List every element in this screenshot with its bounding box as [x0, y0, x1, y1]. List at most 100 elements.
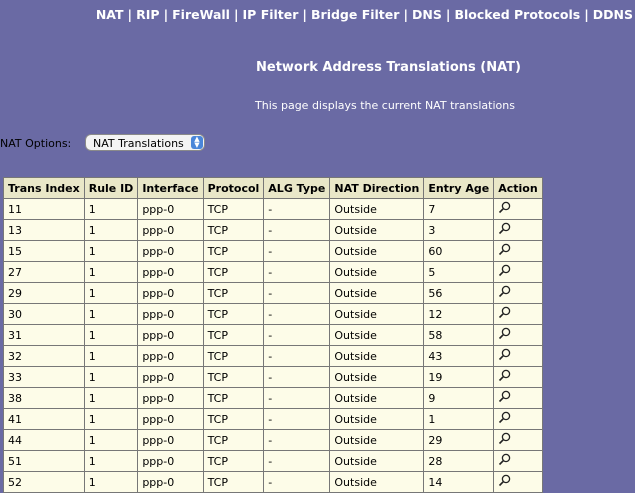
cell-protocol: TCP: [202, 471, 265, 493]
magnifier-icon[interactable]: [498, 369, 511, 385]
cell-trans-index: 27: [3, 261, 85, 283]
cell-interface: ppp-0: [137, 219, 204, 241]
magnifier-icon[interactable]: [498, 474, 511, 490]
cell-rule-id: 1: [83, 324, 139, 346]
cell-alg-type: -: [263, 471, 331, 493]
magnifier-icon[interactable]: [498, 411, 511, 427]
table-body: 11 1 ppp-0 TCP - Outside 7 13 1 ppp-0 TCP - Outside 3…: [3, 198, 543, 493]
nav-separator: |: [233, 7, 239, 22]
cell-entry-age: 29: [423, 429, 495, 451]
magnifier-icon[interactable]: [498, 243, 511, 259]
nav-link-bridge-filter[interactable]: Bridge Filter: [311, 7, 399, 22]
cell-entry-age: 56: [423, 282, 495, 304]
cell-action: [493, 387, 543, 409]
cell-interface: ppp-0: [137, 261, 204, 283]
cell-nat-direction: Outside: [329, 429, 425, 451]
cell-alg-type: -: [263, 282, 331, 304]
cell-interface: ppp-0: [137, 387, 204, 409]
magnifier-icon[interactable]: [498, 201, 511, 217]
table-row: 30 1 ppp-0 TCP - Outside 12: [3, 303, 543, 325]
nav-link-firewall[interactable]: FireWall: [172, 7, 230, 22]
cell-trans-index: 31: [3, 324, 85, 346]
table-row: 11 1 ppp-0 TCP - Outside 7: [3, 198, 543, 220]
cell-entry-age: 1: [423, 408, 495, 430]
cell-trans-index: 38: [3, 387, 85, 409]
cell-nat-direction: Outside: [329, 219, 425, 241]
cell-protocol: TCP: [202, 282, 265, 304]
cell-nat-direction: Outside: [329, 261, 425, 283]
cell-protocol: TCP: [202, 261, 265, 283]
cell-rule-id: 1: [83, 366, 139, 388]
nav-link-ip-filter[interactable]: IP Filter: [243, 7, 299, 22]
nav-link-dns[interactable]: DNS: [412, 7, 442, 22]
cell-interface: ppp-0: [137, 408, 204, 430]
cell-entry-age: 7: [423, 198, 495, 220]
cell-entry-age: 19: [423, 366, 495, 388]
cell-alg-type: -: [263, 261, 331, 283]
cell-protocol: TCP: [202, 324, 265, 346]
nav-link-blocked-protocols[interactable]: Blocked Protocols: [454, 7, 580, 22]
cell-interface: ppp-0: [137, 450, 204, 472]
cell-rule-id: 1: [83, 450, 139, 472]
magnifier-icon[interactable]: [498, 285, 511, 301]
cell-rule-id: 1: [83, 387, 139, 409]
cell-action: [493, 303, 543, 325]
column-header-action: Action: [493, 177, 543, 199]
cell-interface: ppp-0: [137, 198, 204, 220]
cell-protocol: TCP: [202, 387, 265, 409]
cell-entry-age: 9: [423, 387, 495, 409]
magnifier-icon[interactable]: [498, 348, 511, 364]
nav-link-ddns[interactable]: DDNS: [593, 7, 633, 22]
cell-entry-age: 12: [423, 303, 495, 325]
cell-trans-index: 11: [3, 198, 85, 220]
cell-trans-index: 44: [3, 429, 85, 451]
magnifier-icon[interactable]: [498, 390, 511, 406]
cell-action: [493, 198, 543, 220]
cell-protocol: TCP: [202, 366, 265, 388]
cell-action: [493, 471, 543, 493]
cell-alg-type: -: [263, 429, 331, 451]
cell-trans-index: 33: [3, 366, 85, 388]
cell-rule-id: 1: [83, 471, 139, 493]
nav-link-rip[interactable]: RIP: [136, 7, 159, 22]
cell-trans-index: 41: [3, 408, 85, 430]
cell-interface: ppp-0: [137, 471, 204, 493]
cell-trans-index: 13: [3, 219, 85, 241]
magnifier-icon[interactable]: [498, 453, 511, 469]
cell-action: [493, 408, 543, 430]
cell-nat-direction: Outside: [329, 324, 425, 346]
cell-protocol: TCP: [202, 240, 265, 262]
cell-protocol: TCP: [202, 198, 265, 220]
table-row: 52 1 ppp-0 TCP - Outside 14: [3, 471, 543, 493]
magnifier-icon[interactable]: [498, 264, 511, 280]
nat-options-label: NAT Options:: [0, 137, 72, 150]
cell-protocol: TCP: [202, 450, 265, 472]
magnifier-icon[interactable]: [498, 306, 511, 322]
page-description: This page displays the current NAT trans…: [255, 99, 515, 112]
column-header-trans-index: Trans Index: [3, 177, 85, 199]
cell-nat-direction: Outside: [329, 282, 425, 304]
magnifier-icon[interactable]: [498, 222, 511, 238]
cell-action: [493, 261, 543, 283]
cell-entry-age: 43: [423, 345, 495, 367]
cell-rule-id: 1: [83, 240, 139, 262]
cell-protocol: TCP: [202, 345, 265, 367]
page-title: Network Address Translations (NAT): [256, 60, 521, 75]
magnifier-icon[interactable]: [498, 432, 511, 448]
column-header-rule-id: Rule ID: [83, 177, 139, 199]
cell-alg-type: -: [263, 219, 331, 241]
nav-link-nat[interactable]: NAT: [96, 7, 124, 22]
nat-options-selected-value: NAT Translations: [93, 137, 184, 150]
cell-protocol: TCP: [202, 408, 265, 430]
cell-alg-type: -: [263, 198, 331, 220]
cell-trans-index: 15: [3, 240, 85, 262]
column-header-alg-type: ALG Type: [263, 177, 331, 199]
cell-nat-direction: Outside: [329, 408, 425, 430]
cell-trans-index: 52: [3, 471, 85, 493]
nav-separator: |: [302, 7, 307, 22]
cell-interface: ppp-0: [137, 324, 204, 346]
nav-separator: |: [163, 7, 169, 22]
nat-options-select[interactable]: NAT Translations ▲ ▼: [85, 134, 205, 151]
magnifier-icon[interactable]: [498, 327, 511, 343]
table-row: 38 1 ppp-0 TCP - Outside 9: [3, 387, 543, 409]
